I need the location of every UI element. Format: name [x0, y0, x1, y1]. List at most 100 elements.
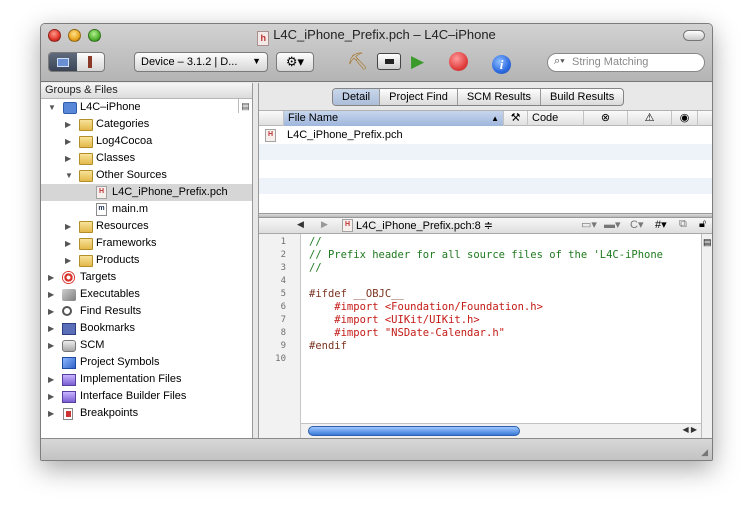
disclosure-closed-icon[interactable]: ▶	[65, 252, 71, 269]
sidebar-item-targets[interactable]: ▶ Targets	[41, 269, 252, 286]
editor-mode-icon[interactable]	[77, 53, 105, 71]
code-line: #import <Foundation/Foundation.h>	[309, 301, 543, 313]
editor-horizontal-scrollbar[interactable]: ◀ ▶	[301, 423, 701, 438]
action-gear-button[interactable]: ⚙▾	[276, 52, 314, 72]
sidebar-item-scm[interactable]: ▶ SCM	[41, 337, 252, 354]
column-header-warnings[interactable]: ⚠	[627, 111, 671, 126]
sidebar-item-main-m[interactable]: m main.m	[41, 201, 252, 218]
sidebar-item-products[interactable]: ▶ Products	[41, 252, 252, 269]
sidebar-item-other-sources[interactable]: ▼ Other Sources	[41, 167, 252, 184]
sidebar-item-classes[interactable]: ▶ Classes	[41, 150, 252, 167]
editor-vertical-scrollbar[interactable]: ▤	[701, 234, 712, 439]
editor-navigation-bar: ◀ ▶ H L4C_iPhone_Prefix.pch:8 ≑ ▭▾ ▬▾ C▾…	[259, 218, 712, 234]
search-field[interactable]: ⌕▾ String Matching	[547, 53, 705, 72]
disclosure-closed-icon[interactable]: ▶	[65, 218, 71, 235]
column-header-file-name[interactable]: File Name ▲	[283, 111, 503, 126]
tab-detail[interactable]: Detail	[333, 89, 381, 105]
counterpart-icon[interactable]: ⧉	[679, 218, 687, 231]
sidebar-item-interface-builder-files[interactable]: ▶ Interface Builder Files	[41, 388, 252, 405]
split-view-icon[interactable]: ▤	[703, 237, 712, 248]
disclosure-closed-icon[interactable]: ▶	[48, 303, 54, 320]
sidebar-header: Groups & Files	[41, 83, 252, 99]
table-row-empty	[259, 178, 712, 195]
window-title-text: L4C_iPhone_Prefix.pch – L4C–iPhone	[273, 27, 496, 42]
stop-icon	[449, 52, 468, 71]
bookmark-icon	[62, 323, 76, 335]
disclosure-closed-icon[interactable]: ▶	[48, 405, 54, 422]
sidebar-item-log4cocoa[interactable]: ▶ Log4Cocoa	[41, 133, 252, 150]
overview-icon[interactable]	[49, 53, 77, 71]
back-arrow-icon[interactable]: ◀	[297, 219, 304, 230]
detail-table-header: File Name ▲ ⚒ Code ⊗ ⚠ ◉	[259, 111, 712, 126]
disclosure-closed-icon[interactable]: ▶	[65, 133, 71, 150]
device-popup[interactable]: Device – 3.1.2 | D... ▼	[134, 52, 268, 72]
disclosure-closed-icon[interactable]: ▶	[48, 388, 54, 405]
forward-arrow-icon[interactable]: ▶	[321, 219, 328, 230]
groups-files-sidebar: Groups & Files ▤ ▼ L4C–iPhone ▶ Categori…	[41, 83, 253, 460]
column-header-code[interactable]: Code	[527, 111, 583, 126]
sidebar-item-find-results[interactable]: ▶ Find Results	[41, 303, 252, 320]
column-header-type[interactable]	[259, 111, 283, 126]
disclosure-closed-icon[interactable]: ▶	[48, 371, 54, 388]
sidebar-item-bookmarks[interactable]: ▶ Bookmarks	[41, 320, 252, 337]
disclosure-closed-icon[interactable]: ▶	[65, 116, 71, 133]
included-files-icon[interactable]: #▾	[655, 218, 667, 231]
folder-icon	[79, 170, 93, 182]
class-hierarchy-icon[interactable]: C▾	[630, 218, 643, 231]
page-segmented-control[interactable]	[48, 52, 105, 72]
table-row[interactable]: H L4C_iPhone_Prefix.pch	[259, 127, 712, 144]
toolbar-toggle-button[interactable]	[683, 30, 705, 41]
column-header-extra[interactable]	[697, 111, 712, 126]
sort-ascending-icon: ▲	[491, 114, 499, 123]
tab-build-results[interactable]: Build Results	[541, 89, 623, 105]
folder-icon	[79, 136, 93, 148]
scroll-thumb[interactable]	[308, 426, 520, 436]
sidebar-item-project-symbols[interactable]: Project Symbols	[41, 354, 252, 371]
sidebar-item-label: SCM	[80, 339, 105, 351]
table-row-empty	[259, 144, 712, 161]
column-header-target[interactable]: ◉	[671, 111, 697, 126]
detail-editor-pane: Detail Project Find SCM Results Build Re…	[258, 83, 712, 439]
sidebar-item-breakpoints[interactable]: ▶ Breakpoints	[41, 405, 252, 422]
clean-broom-icon[interactable]: ⛏	[347, 50, 369, 74]
disclosure-open-icon[interactable]: ▼	[65, 167, 73, 184]
disclosure-open-icon[interactable]: ▼	[48, 99, 56, 116]
sidebar-item-project[interactable]: ▼ L4C–iPhone	[41, 99, 252, 116]
code-line: #import "NSDate-Calendar.h"	[309, 327, 505, 339]
sidebar-item-implementation-files[interactable]: ▶ Implementation Files	[41, 371, 252, 388]
sidebar-item-frameworks[interactable]: ▶ Frameworks	[41, 235, 252, 252]
lock-icon[interactable]: 🔓︎	[699, 218, 706, 231]
info-button[interactable]: i	[492, 52, 511, 76]
column-header-label: Code	[532, 112, 559, 124]
disclosure-closed-icon[interactable]: ▶	[48, 269, 54, 286]
magnifier-icon	[62, 306, 72, 316]
stop-button[interactable]	[449, 52, 468, 78]
code-editor[interactable]: 1 2 3 4 5 6 7 8 9 10 // // Prefix header…	[259, 234, 701, 439]
disclosure-closed-icon[interactable]: ▶	[65, 150, 71, 167]
scroll-arrows-icon[interactable]: ◀ ▶	[682, 425, 697, 434]
disclosure-closed-icon[interactable]: ▶	[48, 320, 54, 337]
resize-grip-icon[interactable]: ◢	[701, 447, 708, 458]
column-header-errors[interactable]: ⊗	[583, 111, 627, 126]
sidebar-item-resources[interactable]: ▶ Resources	[41, 218, 252, 235]
disclosure-closed-icon[interactable]: ▶	[65, 235, 71, 252]
folder-icon	[79, 119, 93, 131]
build-button[interactable]	[377, 53, 401, 77]
m-file-icon: m	[96, 203, 107, 216]
bookmarks-popup-icon[interactable]: ▭▾	[581, 218, 597, 231]
disclosure-closed-icon[interactable]: ▶	[48, 286, 54, 303]
info-icon: i	[492, 55, 511, 74]
file-history-popup[interactable]: L4C_iPhone_Prefix.pch:8 ≑	[356, 219, 493, 232]
build-and-go-icon[interactable]: ▶	[411, 50, 424, 74]
tab-project-find[interactable]: Project Find	[380, 89, 458, 105]
sidebar-item-label: main.m	[112, 203, 149, 215]
sidebar-item-prefix-pch[interactable]: H L4C_iPhone_Prefix.pch	[41, 184, 252, 201]
sidebar-item-executables[interactable]: ▶ Executables	[41, 286, 252, 303]
table-row-empty	[259, 161, 712, 178]
warning-icon: ⚠	[644, 112, 655, 124]
disclosure-closed-icon[interactable]: ▶	[48, 337, 54, 354]
sidebar-item-categories[interactable]: ▶ Categories	[41, 116, 252, 133]
breakpoints-popup-icon[interactable]: ▬▾	[604, 218, 621, 231]
tab-scm-results[interactable]: SCM Results	[458, 89, 542, 105]
column-header-build[interactable]: ⚒	[503, 111, 527, 126]
